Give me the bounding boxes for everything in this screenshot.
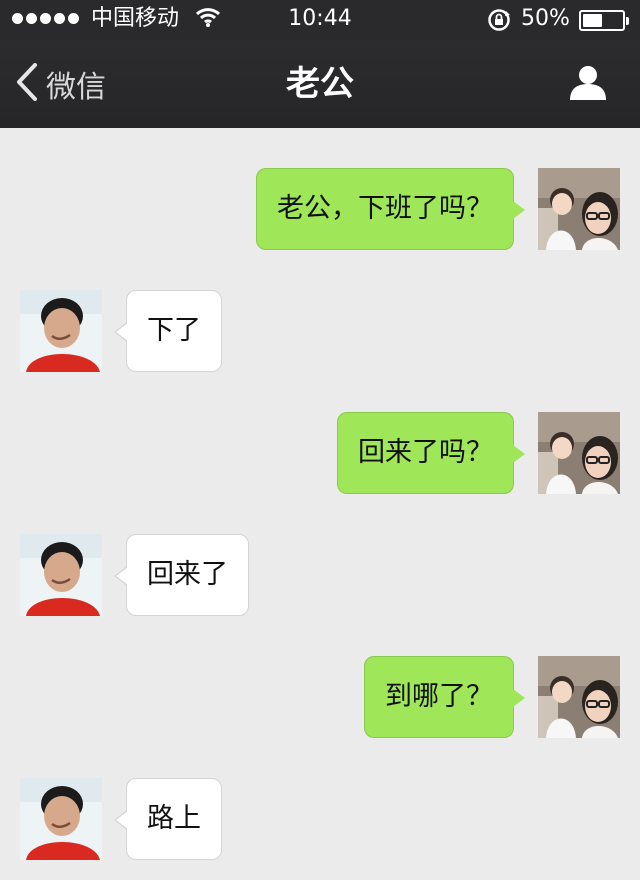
message-bubble-outgoing[interactable]: 到哪了？	[364, 656, 525, 738]
nav-bar: 微信 老公	[0, 40, 640, 128]
battery-icon	[579, 10, 629, 31]
message-bubble-incoming[interactable]: 路上	[114, 778, 222, 860]
battery-percentage: 50%	[521, 6, 570, 31]
avatar-contact[interactable]	[20, 778, 102, 860]
rotation-lock-icon	[487, 8, 513, 36]
status-bar: 中国移动 10:44 50%	[0, 0, 640, 40]
avatar-contact[interactable]	[20, 290, 102, 372]
contact-profile-button[interactable]	[568, 64, 608, 106]
page-title: 老公	[286, 64, 354, 104]
avatar-self[interactable]	[538, 168, 620, 250]
message-bubble-outgoing[interactable]: 老公，下班了吗？	[256, 168, 525, 250]
message-bubble-outgoing[interactable]: 回来了吗？	[337, 412, 525, 494]
avatar-self[interactable]	[538, 412, 620, 494]
message-bubble-incoming[interactable]: 下了	[114, 290, 222, 372]
message-bubble-incoming[interactable]: 回来了	[114, 534, 249, 616]
avatar-contact[interactable]	[20, 534, 102, 616]
person-icon	[568, 66, 608, 106]
avatar-self[interactable]	[538, 656, 620, 738]
chat-area[interactable]: 老公，下班了吗？ 下了回来了吗？ 回来了到哪了？ 路上	[0, 128, 640, 880]
